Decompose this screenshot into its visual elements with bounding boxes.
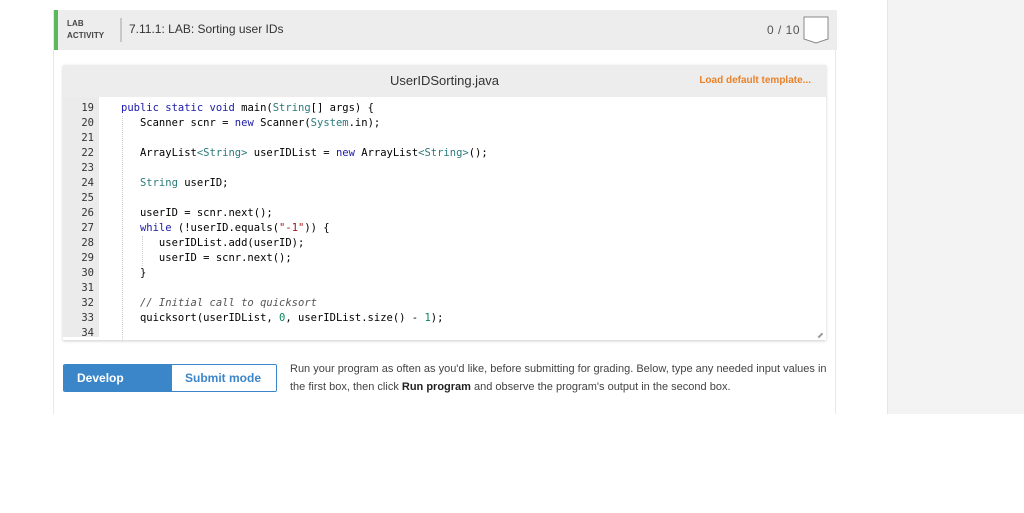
code-line: 25 xyxy=(63,191,826,206)
line-number: 33 xyxy=(81,312,94,324)
code-text: public static void main(String[] args) { xyxy=(121,102,374,114)
line-number: 28 xyxy=(81,237,94,249)
code-line: 22 ArrayList<String> userIDList = new Ar… xyxy=(63,146,826,161)
code-line: 19 public static void main(String[] args)… xyxy=(63,101,826,116)
indent-guide xyxy=(122,116,123,341)
line-number: 24 xyxy=(81,177,94,189)
lab-activity-label: LAB ACTIVITY xyxy=(67,19,105,40)
code-area[interactable]: 19 public static void main(String[] args)… xyxy=(63,97,826,341)
line-number: 20 xyxy=(81,117,94,129)
right-side-panel xyxy=(887,0,1024,414)
code-line: 34 xyxy=(63,326,826,341)
line-number: 25 xyxy=(81,192,94,204)
code-text: } xyxy=(121,267,147,279)
code-text: Scanner scnr = new Scanner(System.in); xyxy=(121,117,381,129)
code-line: 20 Scanner scnr = new Scanner(System.in)… xyxy=(63,116,826,131)
line-number: 21 xyxy=(81,132,94,144)
line-number: 29 xyxy=(81,252,94,264)
load-default-template-link[interactable]: Load default template... xyxy=(699,75,811,86)
code-text: ArrayList<String> userIDList = new Array… xyxy=(121,147,488,159)
line-number: 23 xyxy=(81,162,94,174)
mode-toggle: Develop mode Submit mode xyxy=(63,364,277,392)
code-line: 24 String userID; xyxy=(63,176,826,191)
activity-header: LAB ACTIVITY 7.11.1: LAB: Sorting user I… xyxy=(54,10,837,50)
code-line: 29 userID = scnr.next(); xyxy=(63,251,826,266)
score-badge-icon xyxy=(803,16,829,44)
line-number: 34 xyxy=(81,327,94,339)
line-number: 27 xyxy=(81,222,94,234)
code-line: 30 } xyxy=(63,266,826,281)
run-program-reference: Run program xyxy=(401,381,471,393)
line-number: 19 xyxy=(81,102,94,114)
code-line: 31 xyxy=(63,281,826,296)
code-line: 21 xyxy=(63,131,826,146)
code-text: userID = scnr.next(); xyxy=(121,252,292,264)
line-number: 31 xyxy=(81,282,94,294)
code-line: 33 quicksort(userIDList, 0, userIDList.s… xyxy=(63,311,826,326)
editor-toolbar: UserIDSorting.java Load default template… xyxy=(63,65,826,97)
line-number: 30 xyxy=(81,267,94,279)
line-number: 26 xyxy=(81,207,94,219)
develop-mode-button[interactable]: Develop mode xyxy=(64,365,172,391)
line-number: 22 xyxy=(81,147,94,159)
header-divider xyxy=(120,18,122,42)
instructions-text: Run your program as often as you'd like,… xyxy=(290,363,827,393)
code-line: 32 // Initial call to quicksort xyxy=(63,296,826,311)
code-text: String userID; xyxy=(139,177,229,189)
code-line: 23 xyxy=(63,161,826,176)
indent-guide xyxy=(142,236,143,266)
code-text: quicksort(userIDList, 0, userIDList.size… xyxy=(121,312,444,324)
line-number: 32 xyxy=(81,297,94,309)
activity-title: 7.11.1: LAB: Sorting user IDs xyxy=(129,22,284,36)
code-line: 27 while (!userID.equals("-1")) { xyxy=(63,221,826,236)
code-text: while (!userID.equals("-1")) { xyxy=(139,222,330,234)
code-text: userID = scnr.next(); xyxy=(121,207,273,219)
submit-mode-button[interactable]: Submit mode xyxy=(172,365,276,391)
code-text: userIDList.add(userID); xyxy=(121,237,305,249)
code-line: 28 userIDList.add(userID); xyxy=(63,236,826,251)
code-line: 26 userID = scnr.next(); xyxy=(63,206,826,221)
code-editor[interactable]: UserIDSorting.java Load default template… xyxy=(63,65,826,341)
code-text: // Initial call to quicksort xyxy=(139,297,317,309)
score-text: 0 / 10 xyxy=(766,23,800,37)
